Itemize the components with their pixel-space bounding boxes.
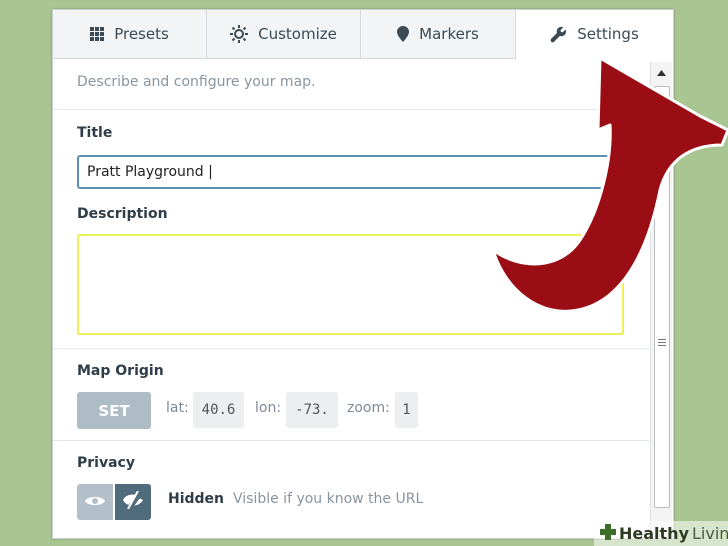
watermark-brand: Healthy bbox=[619, 524, 689, 543]
title-label: Title bbox=[77, 125, 113, 141]
scrollbar[interactable] bbox=[650, 62, 672, 538]
tab-markers[interactable]: Markers bbox=[361, 10, 516, 59]
set-origin-button[interactable]: SET bbox=[77, 392, 151, 429]
healthy-living-watermark: Healthy Living bbox=[594, 521, 728, 546]
tab-bar: Presets Customize Markers Settings bbox=[53, 10, 673, 60]
scroll-up-button[interactable] bbox=[651, 62, 672, 84]
tab-presets[interactable]: Presets bbox=[53, 10, 207, 59]
tab-customize[interactable]: Customize bbox=[207, 10, 361, 59]
title-input[interactable] bbox=[77, 155, 620, 189]
lon-field[interactable]: -73. bbox=[286, 392, 338, 428]
map-pin-icon bbox=[397, 26, 410, 42]
lat-label: lat: bbox=[166, 400, 189, 416]
divider bbox=[53, 440, 650, 441]
settings-intro: Describe and configure your map. bbox=[77, 74, 316, 90]
eye-slash-icon bbox=[123, 490, 143, 513]
tab-markers-label: Markers bbox=[419, 25, 479, 43]
cross-logo-icon bbox=[600, 523, 616, 544]
lat-field[interactable]: 40.6 bbox=[193, 392, 244, 428]
wrench-icon bbox=[550, 26, 567, 43]
map-origin-label: Map Origin bbox=[77, 363, 164, 379]
zoom-field[interactable]: 1 bbox=[395, 392, 418, 428]
watermark-brand-suffix: Living bbox=[692, 524, 728, 543]
zoom-label: zoom: bbox=[347, 400, 390, 416]
eye-icon bbox=[85, 493, 105, 512]
tab-presets-label: Presets bbox=[114, 25, 169, 43]
divider bbox=[53, 109, 650, 110]
tab-settings-label: Settings bbox=[577, 25, 639, 43]
privacy-visible-button[interactable] bbox=[77, 484, 113, 520]
map-settings-panel: Presets Customize Markers Settings Descr… bbox=[52, 9, 674, 539]
tab-settings[interactable]: Settings bbox=[516, 10, 673, 59]
lon-label: lon: bbox=[255, 400, 282, 416]
scroll-thumb[interactable] bbox=[654, 86, 670, 508]
privacy-hint: Visible if you know the URL bbox=[233, 491, 424, 507]
grid-icon bbox=[90, 27, 105, 41]
description-input[interactable] bbox=[77, 234, 624, 335]
scroll-grip-icon bbox=[658, 339, 666, 348]
sun-icon bbox=[230, 25, 249, 43]
divider bbox=[53, 348, 650, 349]
tab-customize-label: Customize bbox=[258, 25, 337, 43]
privacy-state: Hidden bbox=[168, 491, 225, 507]
privacy-label: Privacy bbox=[77, 455, 135, 471]
description-label: Description bbox=[77, 206, 168, 222]
privacy-hidden-button[interactable] bbox=[115, 484, 151, 520]
